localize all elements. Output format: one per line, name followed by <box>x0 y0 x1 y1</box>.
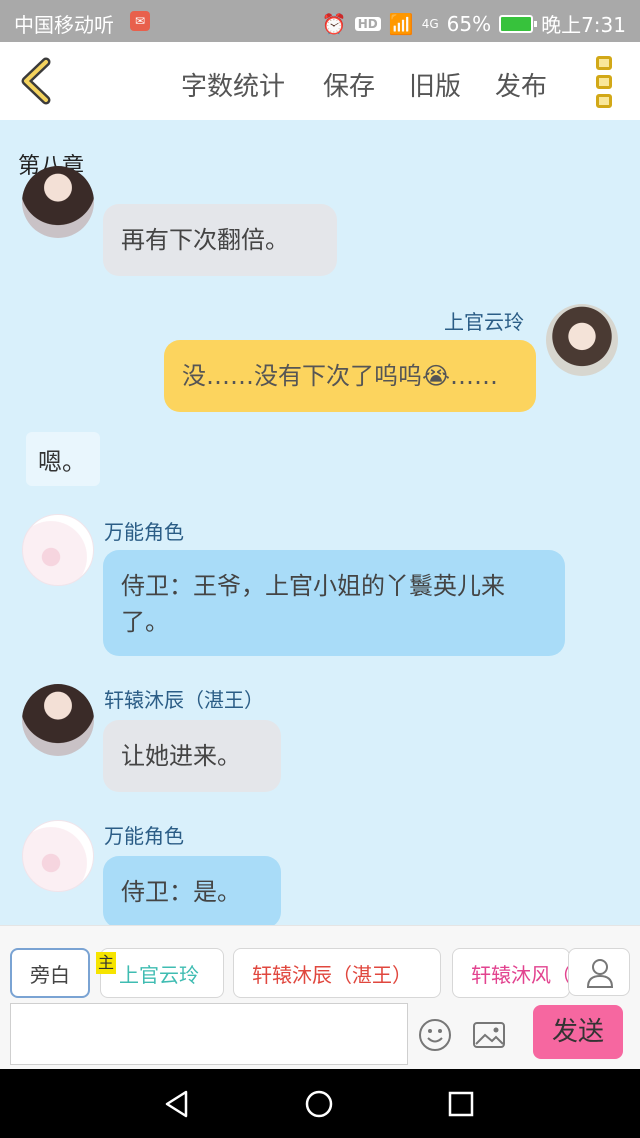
network-type: 4G <box>421 16 439 31</box>
emoji-icon[interactable] <box>418 1018 452 1052</box>
chat-area[interactable]: 第八章 再有下次翻倍。 上官云玲 没……没有下次了呜呜😭…… 嗯。 万能角色 侍… <box>0 120 640 925</box>
narration-bubble[interactable]: 嗯。 <box>26 432 100 486</box>
speaker-name: 上官云玲 <box>444 310 524 334</box>
battery-icon <box>499 14 538 33</box>
speaker-name: 轩辕沐辰（湛王） <box>104 688 264 712</box>
nav-back-icon[interactable] <box>162 1089 192 1119</box>
role-xuanyuan-muchen[interactable]: 轩辕沐辰（湛王） <box>233 948 441 998</box>
speaker-name: 万能角色 <box>104 520 184 544</box>
carrier-label: 中国移动听 <box>14 13 114 37</box>
avatar[interactable] <box>22 166 94 238</box>
message-bubble[interactable]: 让她进来。 <box>103 720 281 792</box>
status-indicators: ⏰ HD 📶 4G 65% 晚上7:31 <box>322 9 626 38</box>
back-button[interactable] <box>14 56 62 106</box>
publish-button[interactable]: 发布 <box>495 66 547 103</box>
avatar[interactable] <box>546 304 618 376</box>
character-manage-button[interactable] <box>568 948 630 996</box>
image-icon[interactable] <box>472 1018 506 1052</box>
role-label: 轩辕沐风（ <box>471 962 570 987</box>
system-navigation-bar <box>0 1069 640 1138</box>
wifi-icon: 📶 <box>388 11 414 36</box>
clock: 晚上7:31 <box>541 13 626 37</box>
role-label: 上官云玲 <box>119 962 199 987</box>
role-label: 轩辕沐辰（湛王） <box>252 962 412 987</box>
avatar[interactable] <box>22 820 94 892</box>
save-button[interactable]: 保存 <box>323 66 375 103</box>
nav-recents-icon[interactable] <box>446 1089 476 1119</box>
send-button[interactable]: 发送 <box>533 1005 623 1059</box>
person-icon <box>586 959 614 988</box>
message-bubble[interactable]: 再有下次翻倍。 <box>103 204 337 276</box>
nav-home-icon[interactable] <box>304 1089 334 1119</box>
main-role-badge: 主 <box>96 952 116 974</box>
more-menu-icon[interactable] <box>596 56 614 108</box>
message-bubble[interactable]: 侍卫：王爷，上官小姐的丫鬟英儿来了。 <box>103 550 565 656</box>
old-version-button[interactable]: 旧版 <box>409 66 461 103</box>
hd-icon: HD <box>354 16 381 31</box>
input-bar: 发送 <box>0 999 640 1069</box>
role-shangguan-yunling[interactable]: 上官云玲 <box>100 948 224 998</box>
speaker-name: 万能角色 <box>104 824 184 848</box>
avatar[interactable] <box>22 514 94 586</box>
message-bubble[interactable]: 没……没有下次了呜呜😭…… <box>164 340 536 412</box>
battery-percent: 65% <box>446 11 492 36</box>
chevron-left-icon <box>21 57 51 105</box>
top-toolbar: 字数统计 保存 旧版 发布 <box>0 42 640 120</box>
message-input[interactable] <box>10 1003 408 1065</box>
status-bar: 中国移动听 ✉ ⏰ HD 📶 4G 65% 晚上7:31 <box>0 0 640 42</box>
role-xuanyuan-mufeng[interactable]: 轩辕沐风（ <box>452 948 570 998</box>
message-notification-icon: ✉ <box>130 11 150 31</box>
alarm-icon: ⏰ <box>321 11 347 36</box>
avatar[interactable] <box>22 684 94 756</box>
word-count-button[interactable]: 字数统计 <box>181 66 285 103</box>
message-bubble[interactable]: 侍卫：是。 <box>103 856 281 925</box>
role-narrator[interactable]: 旁白 <box>10 948 90 998</box>
